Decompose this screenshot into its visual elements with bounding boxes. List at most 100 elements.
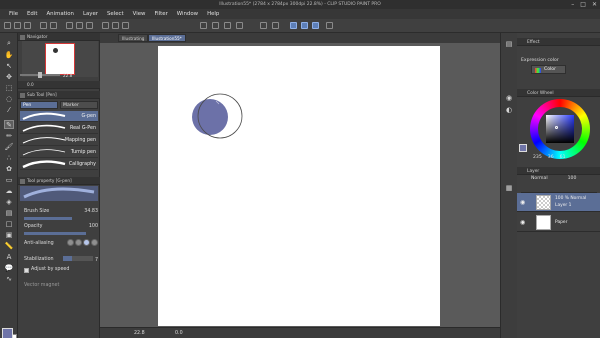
menu-select[interactable]: Select [107, 11, 124, 17]
web-icon[interactable] [326, 22, 333, 29]
menu-animation[interactable]: Animation [46, 11, 73, 17]
pencil-tool-icon[interactable]: ✏ [4, 131, 14, 140]
opacity-value[interactable]: 100 [89, 224, 98, 229]
layer-row-paper[interactable]: ◉ Paper [517, 213, 600, 232]
visibility-eye-icon[interactable]: ◉ [520, 199, 525, 206]
perspective-icon[interactable] [236, 22, 243, 29]
invert-selection-icon[interactable] [112, 22, 119, 29]
open-file-icon[interactable] [14, 22, 21, 29]
airbrush-tool-icon[interactable]: ∴ [4, 153, 14, 162]
canvas-area[interactable] [100, 43, 500, 327]
fill-icon[interactable] [76, 22, 83, 29]
maximize-button[interactable]: □ [580, 1, 586, 8]
tab-marker[interactable]: Marker [60, 101, 98, 109]
canvas-paper[interactable] [158, 46, 440, 326]
expression-color-select[interactable]: Color [531, 65, 566, 74]
clear-icon[interactable] [66, 22, 73, 29]
navigator-rotation-value[interactable]: 0.0 [27, 82, 34, 87]
grid-icon[interactable] [224, 22, 231, 29]
menu-edit[interactable]: Edit [27, 11, 37, 17]
deselect-icon[interactable] [102, 22, 109, 29]
zoom-slider-knob[interactable] [38, 72, 42, 78]
color-history-icon[interactable]: ◐ [504, 105, 514, 114]
layer-panel-icon[interactable]: ▦ [504, 183, 514, 192]
antialias-none-button[interactable] [67, 239, 74, 246]
stabilization-value[interactable]: 7 [95, 258, 98, 263]
correct-line-tool-icon[interactable]: ∿ [4, 274, 14, 283]
menu-help[interactable]: Help [207, 11, 219, 17]
stabilization-slider[interactable] [63, 256, 94, 261]
status-zoom[interactable]: 22.8 [134, 331, 145, 336]
ruler-icon[interactable] [212, 22, 219, 29]
main-color-swatch[interactable] [2, 328, 13, 338]
transform-icon[interactable] [86, 22, 93, 29]
antialias-weak-button[interactable] [75, 239, 82, 246]
pen-tool-icon[interactable]: ✎ [4, 120, 14, 129]
redo-icon[interactable] [50, 22, 57, 29]
crop-icon[interactable] [122, 22, 129, 29]
panel-toggle-icon[interactable]: ▤ [504, 39, 514, 48]
brush-size-value[interactable]: 34.83 [84, 209, 98, 214]
balloon-tool-icon[interactable]: 💬 [4, 263, 14, 272]
status-rotation[interactable]: 0.0 [175, 331, 183, 336]
opacity-slider[interactable] [24, 232, 86, 235]
saturation-value-square[interactable] [546, 115, 574, 143]
snap-grid-icon[interactable] [312, 22, 319, 29]
close-button[interactable]: ✕ [592, 1, 597, 8]
menu-file[interactable]: File [9, 11, 18, 17]
frame-tool-icon[interactable]: ▣ [4, 230, 14, 239]
brush-item-mapping-pen[interactable]: Mapping pen [20, 135, 98, 146]
menu-layer[interactable]: Layer [83, 11, 98, 17]
hand-tool-icon[interactable]: ✋ [4, 50, 14, 59]
move-layer-tool-icon[interactable]: ✥ [4, 72, 14, 81]
adjust-speed-checkbox[interactable] [24, 268, 29, 273]
snap-icon[interactable] [200, 22, 207, 29]
canvas-tab-illustration55[interactable]: Illustration55* [148, 34, 186, 42]
brush-item-turnip-pen[interactable]: Turnip pen [20, 147, 98, 158]
vector-magnet-label[interactable]: Vector magnet [24, 283, 59, 288]
tab-pen[interactable]: Pen [20, 101, 58, 109]
antialias-medium-button[interactable] [83, 239, 90, 246]
brush-item-g-pen[interactable]: G-pen [20, 111, 98, 122]
lasso-tool-icon[interactable]: ◌ [4, 94, 14, 103]
color-picker-marker[interactable] [555, 126, 558, 129]
eraser-tool-icon[interactable]: ▭ [4, 175, 14, 184]
brush-item-real-g-pen[interactable]: Real G-Pen [20, 123, 98, 134]
navigator-zoom-value[interactable]: 22.8 [63, 73, 72, 78]
menu-filter[interactable]: Filter [154, 11, 167, 17]
layer-opacity-value[interactable]: 100 [568, 176, 577, 181]
snap-special-ruler-icon[interactable] [301, 22, 308, 29]
brush-item-calligraphy[interactable]: Calligraphy [20, 159, 98, 170]
eyedropper-tool-icon[interactable]: ⁄ [4, 105, 14, 114]
color-wheel-ring[interactable] [530, 99, 590, 159]
menu-view[interactable]: View [133, 11, 146, 17]
brightness-value[interactable]: 61 [560, 155, 566, 160]
guide-icon[interactable] [260, 22, 267, 29]
antialias-strong-button[interactable] [91, 239, 98, 246]
layer-row-layer-1[interactable]: ◉ 100 % Normal Layer 1 [517, 193, 600, 212]
visibility-eye-icon[interactable]: ◉ [520, 219, 525, 226]
brush-tool-icon[interactable]: 🖌 [4, 142, 14, 151]
canvas-tab-illustrating[interactable]: Illustrating [118, 34, 149, 42]
decoration-tool-icon[interactable]: ✿ [4, 164, 14, 173]
snap-ruler-icon[interactable] [290, 22, 297, 29]
text-tool-icon[interactable]: A [4, 252, 14, 261]
hue-value[interactable]: 235 [533, 155, 542, 160]
fill-tool-icon[interactable]: ◈ [4, 197, 14, 206]
operation-tool-icon[interactable]: ↖ [4, 61, 14, 70]
border-icon[interactable] [272, 22, 279, 29]
current-color-swatch[interactable] [519, 144, 527, 152]
color-panel-icon[interactable]: ◉ [504, 93, 514, 102]
minimize-button[interactable]: – [571, 1, 574, 8]
zoom-slider[interactable] [20, 72, 60, 78]
blend-mode-select[interactable]: Normal [531, 176, 548, 181]
blend-tool-icon[interactable]: ☁ [4, 186, 14, 195]
menu-window[interactable]: Window [177, 11, 198, 17]
selection-tool-icon[interactable]: ⬚ [4, 83, 14, 92]
saturation-value[interactable]: 36 [548, 155, 554, 160]
undo-icon[interactable] [40, 22, 47, 29]
figure-tool-icon[interactable]: □ [4, 219, 14, 228]
ruler-tool-icon[interactable]: 📏 [4, 241, 14, 250]
new-file-icon[interactable] [4, 22, 11, 29]
zoom-tool-icon[interactable]: ⌕ [4, 39, 14, 48]
